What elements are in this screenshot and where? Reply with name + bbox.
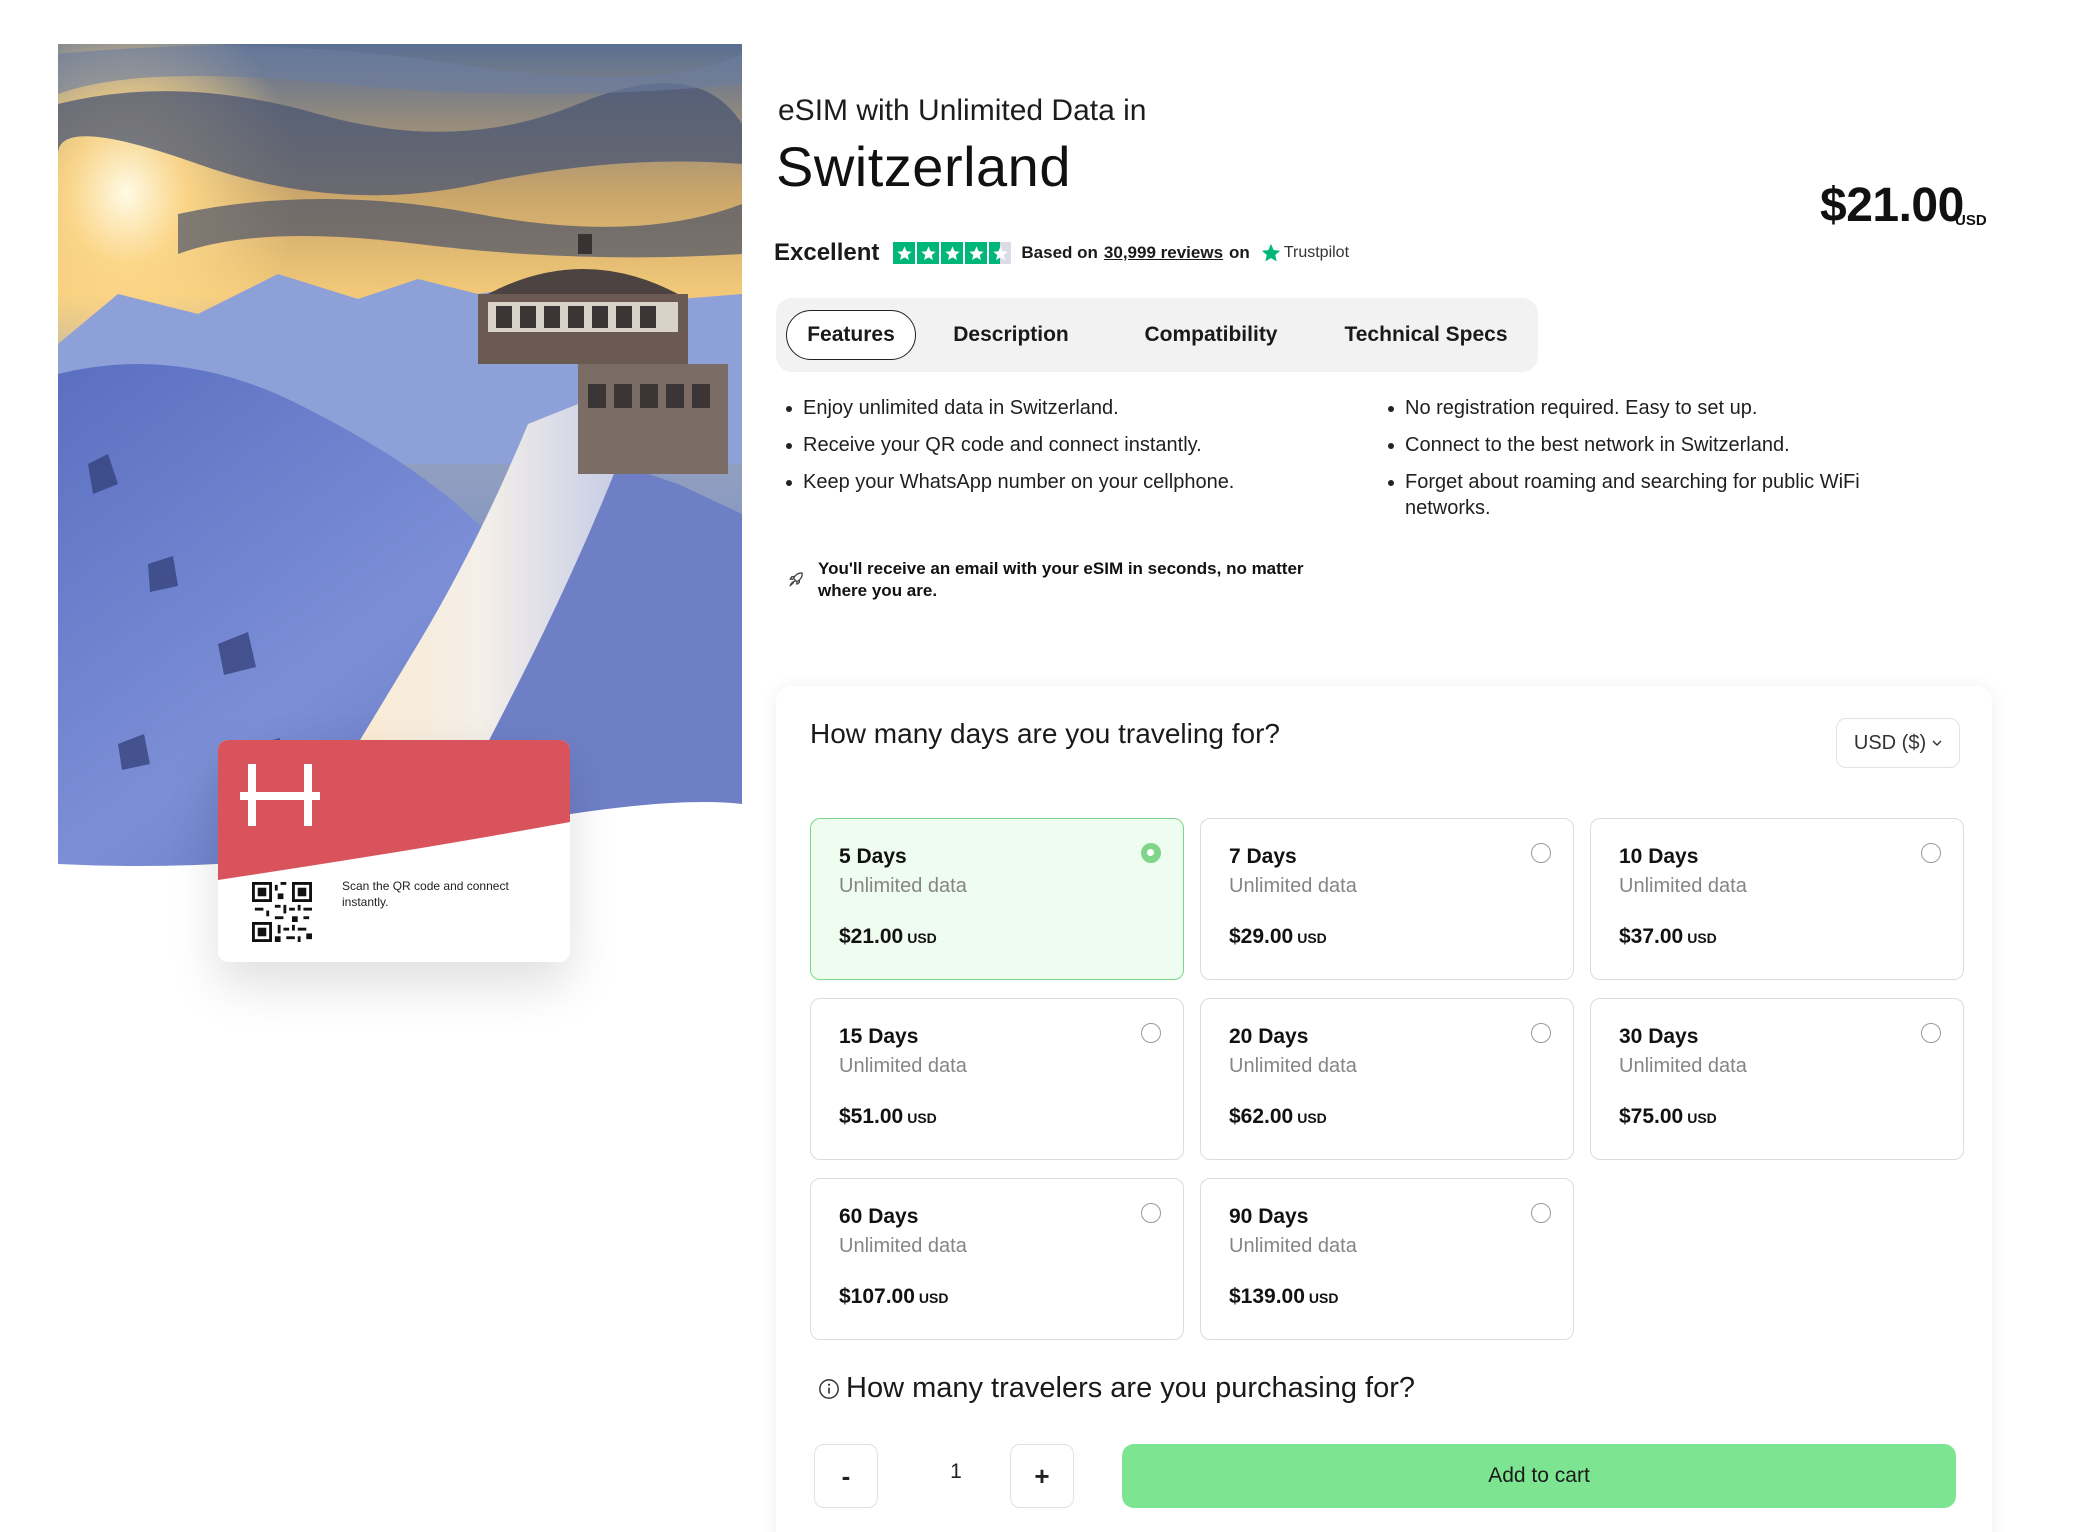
- plan-data: Unlimited data: [1619, 875, 1747, 897]
- plan-radio[interactable]: [1141, 1203, 1161, 1223]
- product-title: Switzerland: [776, 135, 1071, 198]
- half-star-icon: [989, 242, 1012, 264]
- plan-price: $107.00 USD: [839, 1285, 949, 1308]
- plan-price: $51.00 USD: [839, 1105, 937, 1128]
- plan-data: Unlimited data: [1229, 875, 1357, 897]
- plan-days: 7 Days: [1229, 845, 1297, 868]
- chevron-down-icon: [1932, 740, 1942, 746]
- plan-option-10-days[interactable]: 10 Days Unlimited data $37.00 USD: [1590, 818, 1964, 980]
- product-tabs: Features Description Compatibility Techn…: [776, 298, 1538, 372]
- plan-option-90-days[interactable]: 90 Days Unlimited data $139.00 USD: [1200, 1178, 1574, 1340]
- card-header-graphic: [218, 740, 570, 880]
- card-scan-text: Scan the QR code and connect instantly.: [342, 879, 509, 909]
- plan-days: 90 Days: [1229, 1205, 1309, 1228]
- esim-card-preview: Scan the QR code and connect instantly.: [218, 740, 570, 962]
- plan-option-60-days[interactable]: 60 Days Unlimited data $107.00 USD: [810, 1178, 1184, 1340]
- plan-days: 20 Days: [1229, 1025, 1309, 1048]
- currency-select[interactable]: USD ($): [1836, 718, 1960, 768]
- travelers-question: How many travelers are you purchasing fo…: [818, 1372, 1415, 1405]
- plan-days: 15 Days: [839, 1025, 919, 1048]
- tab-compatibility[interactable]: Compatibility: [1116, 310, 1306, 360]
- product-subtitle: eSIM with Unlimited Data in: [778, 94, 1147, 127]
- plan-price: $139.00 USD: [1229, 1285, 1339, 1308]
- email-delivery-text: You'll receive an email with your eSIM i…: [818, 559, 1304, 600]
- plan-data: Unlimited data: [839, 1055, 967, 1077]
- plan-data: Unlimited data: [1229, 1055, 1357, 1077]
- rating-label: Excellent: [774, 239, 880, 266]
- feature-item: Connect to the best network in Switzerla…: [1388, 432, 1948, 458]
- rating-stars: [893, 242, 1012, 264]
- rocket-icon: [789, 572, 803, 587]
- info-icon: [819, 1378, 839, 1399]
- rating-based-on: Based on: [1021, 243, 1098, 262]
- feature-item: No registration required. Easy to set up…: [1388, 395, 1948, 421]
- tab-features[interactable]: Features: [786, 310, 916, 360]
- plan-days: 10 Days: [1619, 845, 1699, 868]
- product-price: $21.00: [1820, 179, 1964, 232]
- quantity-increase-button[interactable]: +: [1010, 1444, 1074, 1508]
- quantity-value: 1: [950, 1460, 962, 1483]
- plan-radio[interactable]: [1531, 1203, 1551, 1223]
- reviews-link[interactable]: 30,999 reviews: [1104, 243, 1223, 263]
- plan-radio[interactable]: [1531, 843, 1551, 863]
- travelers-question-text: How many travelers are you purchasing fo…: [846, 1372, 1415, 1404]
- quantity-decrease-button[interactable]: -: [814, 1444, 878, 1508]
- plan-days: 60 Days: [839, 1205, 919, 1228]
- trustpilot-name: Trustpilot: [1283, 244, 1350, 261]
- plan-data: Unlimited data: [1229, 1235, 1357, 1257]
- plan-option-7-days[interactable]: 7 Days Unlimited data $29.00 USD: [1200, 818, 1574, 980]
- trustpilot-rating: Excellent Based on 30,999 reviews on Tru…: [774, 238, 1349, 268]
- plan-option-30-days[interactable]: 30 Days Unlimited data $75.00 USD: [1590, 998, 1964, 1160]
- star-icon: [893, 242, 916, 264]
- feature-item: Forget about roaming and searching for p…: [1388, 469, 1948, 521]
- plan-price: $21.00 USD: [839, 925, 937, 948]
- plan-price: $29.00 USD: [1229, 925, 1327, 948]
- star-icon: [941, 242, 964, 264]
- trustpilot-star-icon: [1261, 243, 1280, 262]
- qr-code: [252, 882, 312, 942]
- plan-days: 30 Days: [1619, 1025, 1699, 1048]
- tab-technical-specs[interactable]: Technical Specs: [1326, 310, 1526, 360]
- plan-option-5-days[interactable]: 5 Days Unlimited data $21.00 USD: [810, 818, 1184, 980]
- plan-data: Unlimited data: [1619, 1055, 1747, 1077]
- feature-item: Enjoy unlimited data in Switzerland.: [786, 395, 1366, 421]
- days-question: How many days are you traveling for?: [810, 718, 1280, 749]
- trustpilot-logo: Trustpilot: [1260, 242, 1349, 264]
- currency-select-value: USD ($): [1853, 731, 1927, 754]
- plan-radio[interactable]: [1921, 843, 1941, 863]
- plan-option-20-days[interactable]: 20 Days Unlimited data $62.00 USD: [1200, 998, 1574, 1160]
- plan-days: 5 Days: [839, 845, 907, 868]
- plan-radio[interactable]: [1141, 1023, 1161, 1043]
- plan-price: $75.00 USD: [1619, 1105, 1717, 1128]
- feature-item: Keep your WhatsApp number on your cellph…: [786, 469, 1366, 495]
- plan-price: $62.00 USD: [1229, 1105, 1327, 1128]
- plan-data: Unlimited data: [839, 875, 967, 897]
- feature-item: Receive your QR code and connect instant…: [786, 432, 1366, 458]
- plan-price: $37.00 USD: [1619, 925, 1717, 948]
- product-price-currency: USD: [1955, 212, 1987, 229]
- email-delivery-note: You'll receive an email with your eSIM i…: [786, 558, 1346, 608]
- plan-radio[interactable]: [1531, 1023, 1551, 1043]
- plan-data: Unlimited data: [839, 1235, 967, 1257]
- plan-radio[interactable]: [1921, 1023, 1941, 1043]
- plan-option-15-days[interactable]: 15 Days Unlimited data $51.00 USD: [810, 998, 1184, 1160]
- plan-radio[interactable]: [1141, 843, 1161, 863]
- plan-selector-panel: How many days are you traveling for? USD…: [776, 686, 1992, 1532]
- star-icon: [917, 242, 940, 264]
- rating-on: on: [1229, 243, 1250, 262]
- add-to-cart-button[interactable]: Add to cart: [1122, 1444, 1956, 1508]
- tab-description[interactable]: Description: [926, 310, 1096, 360]
- star-icon: [965, 242, 988, 264]
